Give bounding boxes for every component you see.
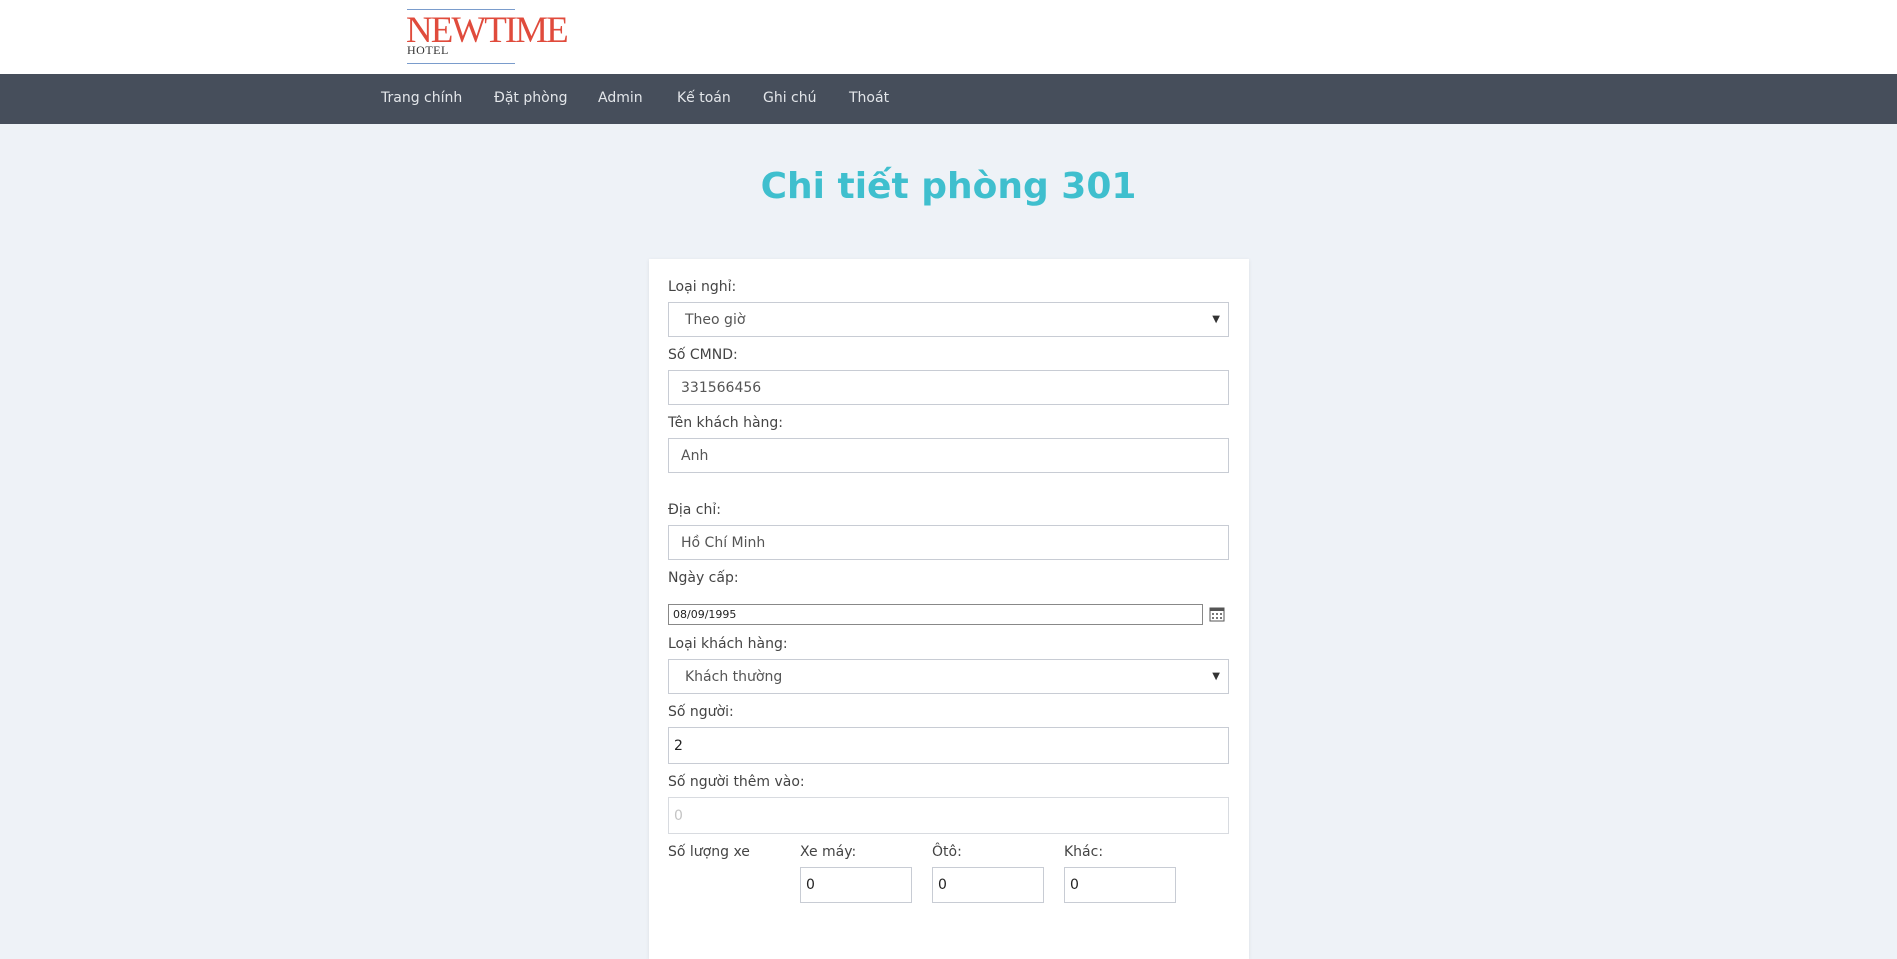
nav-item-home[interactable]: Trang chính [381, 90, 462, 106]
guests-value: 2 [674, 737, 683, 754]
nav-item-notes[interactable]: Ghi chú [763, 90, 817, 106]
chevron-down-icon: ▼ [1212, 314, 1220, 325]
stay-type-value: Theo giờ [685, 311, 746, 328]
customer-name-input[interactable]: Anh [668, 438, 1229, 473]
stay-type-label: Loại nghỉ: [668, 279, 737, 295]
customer-name-label: Tên khách hàng: [668, 415, 784, 431]
nav-item-booking[interactable]: Đặt phòng [494, 90, 567, 106]
chevron-down-icon: ▼ [1212, 671, 1220, 682]
calendar-icon[interactable] [1209, 606, 1225, 622]
stay-type-select[interactable]: Theo giờ ▼ [668, 302, 1229, 337]
motorbike-value: 0 [806, 877, 815, 893]
page-title: Chi tiết phòng 301 [760, 166, 1137, 207]
id-number-input[interactable]: 331566456 [668, 370, 1229, 405]
nav-item-admin[interactable]: Admin [598, 90, 643, 106]
logo-subtitle: HOTEL [407, 43, 449, 57]
issue-date-label: Ngày cấp: [668, 570, 739, 586]
issue-date-value: 08/09/1995 [673, 608, 737, 621]
logo-rule-bottom [407, 63, 515, 64]
guests-input[interactable]: 2 [668, 727, 1229, 764]
car-value: 0 [938, 877, 947, 893]
issue-date-input[interactable]: 08/09/1995 [668, 604, 1203, 625]
other-vehicle-value: 0 [1070, 877, 1079, 893]
customer-name-value: Anh [681, 447, 709, 464]
extra-guests-input[interactable]: 0 [668, 797, 1229, 834]
nav-item-logout[interactable]: Thoát [849, 90, 889, 106]
id-number-value: 331566456 [681, 379, 762, 396]
motorbike-label: Xe máy: [800, 844, 857, 860]
address-label: Địa chỉ: [668, 502, 721, 518]
customer-type-label: Loại khách hàng: [668, 636, 788, 652]
vehicles-label: Số lượng xe [668, 844, 750, 860]
address-value: Hồ Chí Minh [681, 534, 766, 551]
header-bar: NEWTIME HOTEL [0, 0, 1897, 74]
other-vehicle-label: Khác: [1064, 844, 1104, 860]
main-navigation: Trang chính Đặt phòng Admin Kế toán Ghi … [0, 74, 1897, 124]
hotel-logo[interactable]: NEWTIME HOTEL [406, 9, 569, 65]
car-input[interactable]: 0 [932, 867, 1044, 903]
nav-item-accounting[interactable]: Kế toán [677, 90, 731, 106]
motorbike-input[interactable]: 0 [800, 867, 912, 903]
extra-guests-label: Số người thêm vào: [668, 774, 805, 790]
room-detail-form: Loại nghỉ: Theo giờ ▼ Số CMND: 331566456… [649, 259, 1249, 959]
customer-type-select[interactable]: Khách thường ▼ [668, 659, 1229, 694]
other-vehicle-input[interactable]: 0 [1064, 867, 1176, 903]
extra-guests-placeholder: 0 [674, 807, 683, 824]
address-input[interactable]: Hồ Chí Minh [668, 525, 1229, 560]
customer-type-value: Khách thường [685, 668, 783, 685]
id-number-label: Số CMND: [668, 347, 738, 363]
guests-label: Số người: [668, 704, 734, 720]
car-label: Ôtô: [932, 844, 962, 860]
